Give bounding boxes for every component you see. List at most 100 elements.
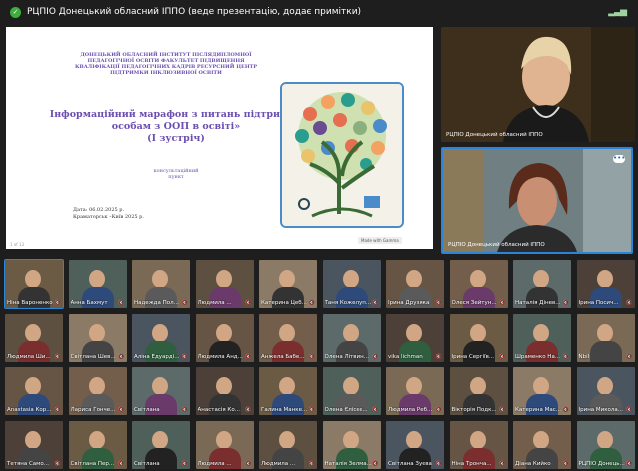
participant-tile[interactable]: Олена Єлісєє... 🔇 (322, 367, 381, 415)
participant-name: Світлана Пер... (70, 460, 115, 467)
participant-face (533, 377, 549, 395)
participant-tile[interactable]: Світлана Шев... 🔇 (68, 313, 127, 362)
mic-muted-icon: 🔇 (499, 460, 506, 467)
participant-tile[interactable]: Діана Кийко 🔇 (513, 420, 571, 469)
participant-tile[interactable]: Світлана 🔇 (132, 367, 190, 415)
participant-tile[interactable]: Анна Бахмут 🔇 (68, 260, 127, 308)
mic-muted-icon: 🔇 (181, 460, 188, 467)
participant-tile[interactable]: Анастасія Ко... 🔇 (195, 367, 254, 415)
mic-muted-icon: 🔇 (54, 407, 61, 413)
mic-muted-icon: 🔇 (118, 353, 125, 360)
participant-tile[interactable]: Людмила Ши... 🔇 (5, 313, 63, 362)
participant-tile[interactable]: Аліна Едуарді... 🔇 (132, 313, 190, 362)
participant-tile[interactable]: Світлана 🔇 (132, 420, 190, 469)
participant-tile[interactable]: Галина Манке... 🔇 (259, 367, 317, 415)
participant-tile[interactable]: Олена Літвин... 🔇 (322, 313, 381, 362)
participant-tile[interactable]: Anastasia Кор... 🔇 (5, 367, 63, 415)
participant-name: Ірина Сергіїв... (451, 353, 495, 360)
participant-tile[interactable]: Шраменко На... 🔇 (513, 313, 571, 362)
participant-tile[interactable]: vika lichman 🔇 (386, 313, 444, 362)
slide-title-text: Інформаційний марафон з питань підтримки… (49, 109, 303, 132)
participant-tile[interactable]: Наталія Зелма... 🔇 (322, 420, 381, 469)
participant-tile[interactable]: Людмила ... 🔇 (259, 420, 317, 469)
participant-tile[interactable]: Анжела Бабе... 🔇 (259, 313, 317, 362)
mic-muted-icon: 🔇 (372, 353, 379, 360)
mic-muted-icon: 🔇 (435, 407, 442, 413)
participant-face (215, 430, 232, 449)
participant-face (25, 323, 41, 342)
participant-face (342, 377, 359, 395)
mic-muted-icon: 🔇 (54, 353, 61, 360)
participant-face (88, 430, 105, 449)
participant-face (596, 377, 613, 395)
participant-tile[interactable]: Людмила Реб... 🔇 (386, 367, 444, 415)
participant-face (533, 270, 549, 288)
participant-tile[interactable]: Ніна Вароненко 🔇 (4, 259, 64, 309)
participant-tile[interactable]: Світлана Пер... 🔇 (68, 420, 127, 469)
participant-tile[interactable]: Олеся Зейтун... 🔇 (449, 260, 508, 308)
participant-tile[interactable]: Ніна Тронча... 🔇 (449, 420, 508, 469)
participant-tile[interactable]: Надежда Пол... 🔇 (132, 260, 190, 308)
shield-icon[interactable]: ✓ (10, 6, 21, 18)
participant-face (406, 270, 422, 288)
participant-name: Світлана Шев... (70, 353, 116, 360)
participant-tile[interactable]: Nbil 🔇 (576, 313, 635, 362)
participant-tile[interactable]: РЦПІО Донець... 🔇 (576, 420, 635, 469)
participant-tile[interactable]: Ірина Посич... 🔇 (576, 260, 635, 308)
participant-tile[interactable]: Наталія Дінев... 🔇 (513, 260, 571, 308)
participant-name: Лариса Гонче... (70, 407, 116, 413)
participant-face (469, 377, 486, 395)
mic-muted-icon: 🔇 (499, 300, 506, 306)
mic-muted-icon: 🔇 (118, 407, 125, 413)
speaker-2-label: РЦПІО Донецький обласний ІППО (448, 242, 545, 248)
participant-tile[interactable]: Людмила Анд... 🔇 (195, 313, 254, 362)
participant-name: Таня Кожелуп... (324, 300, 372, 306)
participant-tile[interactable]: Катерина Цеб... 🔇 (259, 260, 317, 308)
participant-face (406, 323, 422, 342)
participant-tile[interactable]: Світлана Зуєва 🔇 (386, 420, 444, 469)
participant-tile[interactable]: Ірина Микола... 🔇 (576, 367, 635, 415)
mic-muted-icon: 🔇 (626, 300, 633, 306)
participant-tile[interactable]: Людмила ... 🔇 (195, 420, 254, 469)
participant-face (88, 270, 105, 288)
participant-face (88, 377, 105, 395)
mic-muted-icon: 🔇 (245, 353, 252, 360)
participant-name: Ірина Друзяка (388, 300, 430, 306)
speaker-video-2[interactable]: ••• РЦПІО Донецький обласний ІППО (441, 147, 633, 254)
participant-face (25, 270, 41, 288)
mic-muted-icon: 🔇 (499, 407, 506, 413)
participant-tile[interactable]: Катерина Мас... 🔇 (513, 367, 571, 415)
participant-name: Людмила ... (197, 300, 232, 306)
participant-face (215, 270, 232, 288)
mic-muted-icon: 🔇 (118, 460, 125, 467)
participant-name: vika lichman (388, 353, 423, 360)
participant-name: Анжела Бабе... (261, 353, 305, 360)
participant-face (342, 430, 359, 449)
mic-muted-icon: 🔇 (245, 407, 252, 413)
speaker-1-label: РЦПІО Донецький обласний ІППО (446, 132, 543, 138)
top-bar: ✓ РЦПІО Донецький обласний ІППО (веде пр… (0, 0, 638, 24)
participant-name: Світлана (134, 460, 160, 467)
participant-tile[interactable]: Тетяна Само... 🔇 (5, 420, 63, 469)
participant-face (469, 430, 486, 449)
participant-face (215, 323, 232, 342)
participant-tile[interactable]: Ірина Друзяка 🔇 (386, 260, 444, 308)
more-options-icon[interactable]: ••• (613, 155, 625, 163)
participant-tile[interactable]: Лариса Гонче... 🔇 (68, 367, 127, 415)
participant-name: Олеся Зейтун... (451, 300, 497, 306)
participant-name: Людмила Реб... (388, 407, 433, 413)
shared-screen: ДОНЕЦЬКИЙ ОБЛАСНИЙ ІНСТИТУТ ПІСЛЯДИПЛОМН… (6, 27, 433, 249)
participant-face (596, 323, 613, 342)
participant-tile[interactable]: Ірина Сергіїв... 🔇 (449, 313, 508, 362)
made-with-badge[interactable]: Made with Gamma (358, 237, 402, 244)
tree-illustration (280, 82, 404, 228)
participant-tile[interactable]: Таня Кожелуп... 🔇 (322, 260, 381, 308)
participant-tile[interactable]: Вікторія Подк... 🔇 (449, 367, 508, 415)
speaker-video-1[interactable]: РЦПІО Донецький обласний ІППО (441, 27, 635, 142)
participant-body (589, 340, 622, 362)
participant-tile[interactable]: Людмила ... 🔇 (195, 260, 254, 308)
participant-face (279, 323, 295, 342)
participant-name: Надежда Пол... (134, 300, 179, 306)
participant-name: Ніна Тронча... (451, 460, 492, 467)
speaker-1-image (441, 27, 635, 142)
